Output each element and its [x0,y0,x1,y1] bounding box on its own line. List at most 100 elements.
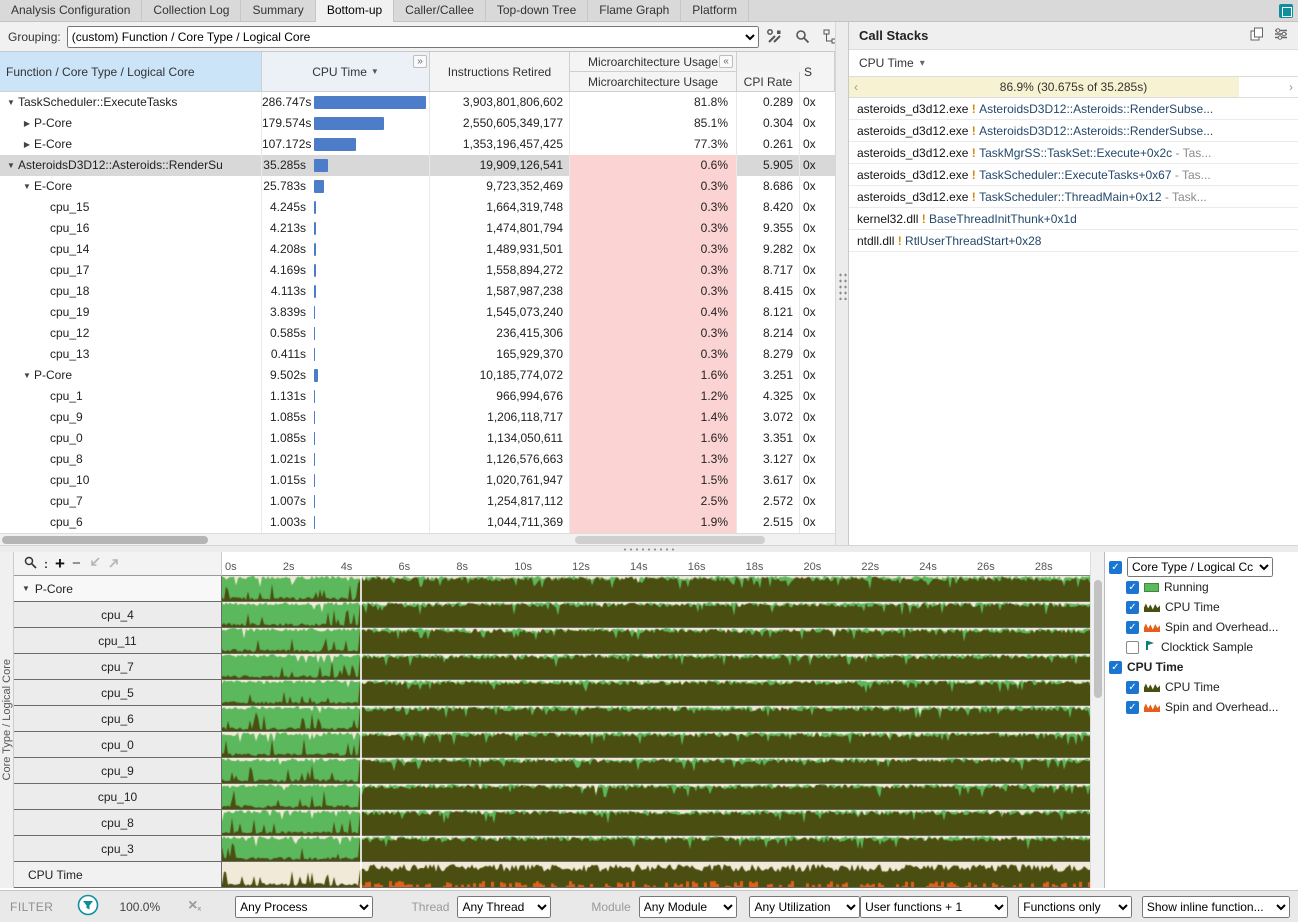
tab-top-down-tree[interactable]: Top-down Tree [486,0,588,22]
tab-analysis-configuration[interactable]: Analysis Configuration [0,0,142,22]
stack-frame[interactable]: ntdll.dll ! RtlUserThreadStart+0x28 [849,230,1298,252]
filter-funnel-icon[interactable] [77,894,99,919]
table-row[interactable]: ▼TaskScheduler::ExecuteTasks286.747s3,90… [0,92,835,113]
module-filter-select[interactable]: Any Module [639,896,738,918]
stack-metric-selector[interactable]: CPU Time ▾ [849,50,1298,76]
table-row[interactable]: cpu_154.245s1,664,319,7480.3%8.4200x [0,197,835,218]
timeline-chart-row[interactable] [222,862,1090,888]
process-filter-select[interactable]: Any Process [235,896,373,918]
timeline-row-label-cpu-4[interactable]: cpu_4 [14,602,222,628]
timeline-row-label-cpu-10[interactable]: cpu_10 [14,784,222,810]
stack-frame[interactable]: asteroids_d3d12.exe ! TaskMgrSS::TaskSet… [849,142,1298,164]
table-row[interactable]: cpu_164.213s1,474,801,7940.3%9.3550x [0,218,835,239]
legend-group-select[interactable]: Core Type / Logical Cc [1127,557,1273,577]
search-button[interactable] [791,26,815,48]
undo-zoom-icon[interactable] [108,556,121,572]
grid-horizontal-scrollbar[interactable] [0,533,835,545]
function-mode-select[interactable]: Functions only [1018,896,1132,918]
scrollbar-thumb[interactable] [2,536,208,544]
table-row[interactable]: cpu_144.208s1,489,931,5010.3%9.2820x [0,239,835,260]
timeline-vertical-scrollbar[interactable] [1090,552,1104,888]
zoom-in-button[interactable]: + [55,556,65,572]
column-header-microarchitecture-usage[interactable]: Microarchitecture Usage [570,72,737,92]
checkbox-cpu-time-group[interactable]: ✓ [1109,661,1122,674]
checkbox-spin-and-overhead-[interactable]: ✓ [1126,701,1139,714]
collapse-arrow-icon[interactable]: ▼ [4,92,18,113]
table-row[interactable]: ▼P-Core9.502s10,185,774,0721.6%3.2510x [0,365,835,386]
collapse-arrow-icon[interactable]: ▼ [20,176,34,197]
copy-icon[interactable] [1250,27,1264,44]
column-header-clipped[interactable]: S [800,52,835,92]
column-header-function[interactable]: Function / Core Type / Logical Core [0,52,262,92]
call-mode-select[interactable]: User functions + 1 [860,896,1008,918]
timeline-row-label-cpu-9[interactable]: cpu_9 [14,758,222,784]
expand-arrow-icon[interactable]: ▶ [20,113,34,134]
timeline-chart-row[interactable] [222,654,1090,680]
timeline-row-label-p-core[interactable]: ▼P-Core [14,576,222,602]
checkbox-clocktick-sample[interactable] [1126,641,1139,654]
stack-settings-icon[interactable] [1274,27,1288,44]
checkbox-spin-and-overhead-[interactable]: ✓ [1126,621,1139,634]
stack-next-icon[interactable]: › [1286,77,1296,97]
collapse-columns-button[interactable]: « [719,55,733,68]
tab-summary[interactable]: Summary [241,0,315,22]
stack-frame[interactable]: asteroids_d3d12.exe ! TaskScheduler::Exe… [849,164,1298,186]
timeline-chart-row[interactable] [222,758,1090,784]
window-pin-icon[interactable] [1279,4,1293,18]
tab-bottom-up[interactable]: Bottom-up [316,0,394,22]
thread-filter-select[interactable]: Any Thread [457,896,551,918]
timeline-row-label-cpu-7[interactable]: cpu_7 [14,654,222,680]
tab-platform[interactable]: Platform [681,0,749,22]
collapse-arrow-icon[interactable]: ▼ [4,155,18,176]
table-row[interactable]: ▶E-Core107.172s1,353,196,457,42577.3%0.2… [0,134,835,155]
table-row[interactable]: ▼E-Core25.783s9,723,352,4690.3%8.6860x [0,176,835,197]
column-header-instructions-retired[interactable]: Instructions Retired [430,52,570,92]
customize-grouping-button[interactable] [763,26,787,48]
timeline-row-label-cpu-3[interactable]: cpu_3 [14,836,222,862]
column-group-header-microarchitecture[interactable]: Microarchitecture Usage [570,52,737,72]
vertical-splitter[interactable] [835,22,848,545]
table-row[interactable]: ▼AsteroidsD3D12::Asteroids::RenderSu35.2… [0,155,835,176]
timeline-row-label-cpu-5[interactable]: cpu_5 [14,680,222,706]
table-row[interactable]: cpu_130.411s165,929,3700.3%8.2790x [0,344,835,365]
collapse-arrow-icon[interactable]: ▼ [20,365,34,386]
timeline-chart-row[interactable] [222,810,1090,836]
zoom-magnifier-icon[interactable] [24,556,37,572]
checkbox-core-type-group[interactable]: ✓ [1109,561,1122,574]
stack-frame[interactable]: kernel32.dll ! BaseThreadInitThunk+0x1d [849,208,1298,230]
inline-mode-select[interactable]: Show inline function... [1142,896,1290,918]
stack-frame[interactable]: asteroids_d3d12.exe ! AsteroidsD3D12::As… [849,120,1298,142]
tab-flame-graph[interactable]: Flame Graph [588,0,681,22]
horizontal-splitter[interactable] [0,545,1298,552]
zoom-selection-icon[interactable] [88,556,101,572]
scrollbar-thumb[interactable] [1094,580,1102,698]
table-row[interactable]: cpu_91.085s1,206,118,7171.4%3.0720x [0,407,835,428]
stack-frame[interactable]: asteroids_d3d12.exe ! AsteroidsD3D12::As… [849,98,1298,120]
utilization-filter-select[interactable]: Any Utilization [749,896,860,918]
table-row[interactable]: cpu_11.131s966,994,6761.2%4.3250x [0,386,835,407]
timeline-chart-row[interactable] [222,784,1090,810]
clear-filter-icon[interactable]: ×ₓ [188,898,201,916]
timeline-row-label-cpu-0[interactable]: cpu_0 [14,732,222,758]
timeline-row-label-cpu-time[interactable]: CPU Time [14,862,222,888]
table-row[interactable]: cpu_61.003s1,044,711,3691.9%2.5150x [0,512,835,533]
timeline-chart-row[interactable] [222,628,1090,654]
timeline-chart-row[interactable] [222,732,1090,758]
checkbox-cpu-time[interactable]: ✓ [1126,681,1139,694]
grouping-select[interactable]: (custom) Function / Core Type / Logical … [67,26,759,48]
checkbox-running[interactable]: ✓ [1126,581,1139,594]
table-row[interactable]: ▶P-Core179.574s2,550,605,349,17785.1%0.3… [0,113,835,134]
collapse-arrow-icon[interactable]: ▼ [22,584,30,593]
table-row[interactable]: cpu_01.085s1,134,050,6111.6%3.3510x [0,428,835,449]
timeline-row-label-cpu-8[interactable]: cpu_8 [14,810,222,836]
table-row[interactable]: cpu_101.015s1,020,761,9471.5%3.6170x [0,470,835,491]
splitter-grip[interactable] [838,272,847,300]
stack-prev-icon[interactable]: ‹ [851,77,861,97]
timeline-chart-row[interactable] [222,836,1090,862]
table-row[interactable]: cpu_81.021s1,126,576,6631.3%3.1270x [0,449,835,470]
checkbox-cpu-time[interactable]: ✓ [1126,601,1139,614]
column-header-cpu-time[interactable]: CPU Time ▼ [262,52,430,92]
table-row[interactable]: cpu_120.585s236,415,3060.3%8.2140x [0,323,835,344]
column-header-cpi-rate[interactable]: CPI Rate [737,72,800,92]
table-row[interactable]: cpu_193.839s1,545,073,2400.4%8.1210x [0,302,835,323]
